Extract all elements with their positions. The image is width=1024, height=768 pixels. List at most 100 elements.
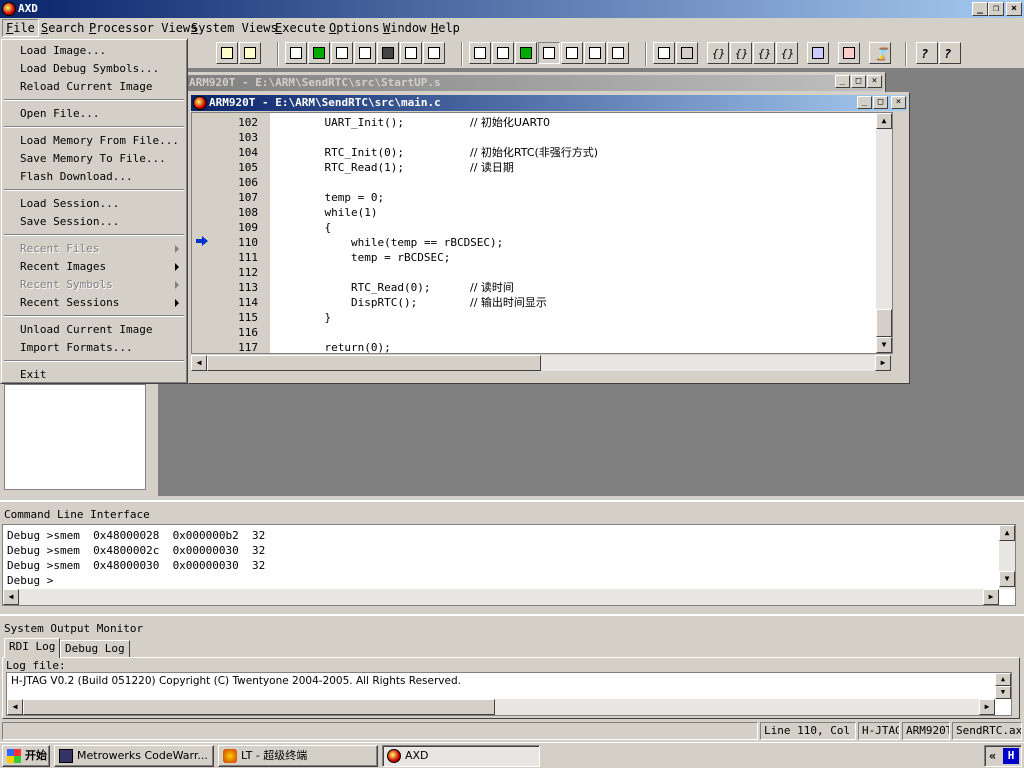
system-watch-icon[interactable] bbox=[515, 42, 537, 64]
menu-help[interactable]: Help bbox=[431, 21, 460, 35]
horizontal-scroll-thumb[interactable] bbox=[207, 355, 541, 371]
output-monitor-icon[interactable] bbox=[584, 42, 606, 64]
restore-button[interactable]: ❐ bbox=[988, 2, 1004, 16]
scroll-down-icon[interactable]: ▼ bbox=[999, 571, 1015, 587]
horizontal-scroll-thumb[interactable] bbox=[23, 699, 495, 715]
show-execution-context-icon[interactable] bbox=[807, 42, 829, 64]
scroll-right-icon[interactable]: ▶ bbox=[875, 355, 891, 371]
scroll-left-icon[interactable]: ◀ bbox=[3, 589, 19, 605]
menu-item-recent-files: Recent Files bbox=[20, 242, 100, 255]
run-to-cursor-icon[interactable]: {} bbox=[776, 42, 798, 64]
menu-item-flash-download[interactable]: Flash Download... bbox=[20, 168, 133, 186]
system-variables-icon[interactable] bbox=[538, 42, 560, 64]
taskbar-item-codewarrior[interactable]: Metrowerks CodeWarr... bbox=[54, 745, 214, 767]
status-processor: ARM920T bbox=[902, 722, 950, 740]
registers-view-icon[interactable] bbox=[285, 42, 307, 64]
toggle-watchpoint-icon[interactable]: ⌛ bbox=[869, 42, 891, 64]
find-icon[interactable] bbox=[216, 42, 238, 64]
go-icon[interactable] bbox=[653, 42, 675, 64]
close-button[interactable]: × bbox=[1006, 2, 1022, 16]
menu-processor-views[interactable]: Processor Views bbox=[89, 21, 197, 35]
menu-item-load-memory[interactable]: Load Memory From File... bbox=[20, 132, 179, 150]
cli-line: Debug >smem 0x48000028 0x000000b2 32 bbox=[7, 529, 266, 542]
main-minimize-button[interactable]: _ bbox=[857, 96, 872, 109]
tab-debug-log[interactable]: Debug Log bbox=[60, 640, 130, 658]
scroll-down-icon[interactable]: ▼ bbox=[995, 686, 1011, 699]
scroll-right-icon[interactable]: ▶ bbox=[983, 589, 999, 605]
tab-rdi-log[interactable]: RDI Log bbox=[4, 638, 61, 658]
menu-item-recent-images[interactable]: Recent Images bbox=[20, 258, 106, 276]
menu-item-save-memory[interactable]: Save Memory To File... bbox=[20, 150, 166, 168]
backtrace-view-icon[interactable] bbox=[354, 42, 376, 64]
menu-item-open-file[interactable]: Open File... bbox=[20, 105, 99, 123]
disassembly-view-icon[interactable] bbox=[423, 42, 445, 64]
menu-system-views[interactable]: System Views bbox=[191, 21, 278, 35]
line-number: 114 bbox=[238, 296, 258, 309]
windows-logo-icon bbox=[7, 749, 21, 763]
scroll-up-icon[interactable]: ▲ bbox=[999, 525, 1015, 541]
stop-icon[interactable] bbox=[676, 42, 698, 64]
scroll-up-icon[interactable]: ▲ bbox=[876, 113, 892, 129]
memory-view-icon[interactable] bbox=[377, 42, 399, 64]
line-number: 103 bbox=[238, 131, 258, 144]
scroll-left-icon[interactable]: ◀ bbox=[7, 699, 23, 715]
startup-close-button[interactable]: × bbox=[867, 75, 882, 88]
watch-view-icon[interactable] bbox=[308, 42, 330, 64]
minimize-button[interactable]: _ bbox=[972, 2, 988, 16]
submenu-arrow-icon bbox=[175, 281, 179, 289]
cli-prompt[interactable]: Debug > bbox=[7, 573, 53, 588]
menu-file[interactable]: File bbox=[2, 19, 39, 37]
menu-item-reload-current-image[interactable]: Reload Current Image bbox=[20, 78, 152, 96]
status-position: Line 110, Col 0 bbox=[760, 722, 856, 740]
step-in-icon[interactable]: {} bbox=[707, 42, 729, 64]
scroll-up-icon[interactable]: ▲ bbox=[995, 673, 1011, 686]
h-jtag-tray-icon[interactable]: H bbox=[1003, 748, 1019, 764]
menu-item-save-session[interactable]: Save Session... bbox=[20, 213, 119, 231]
context-help-icon[interactable]: ? bbox=[939, 42, 961, 64]
scroll-right-icon[interactable]: ▶ bbox=[979, 699, 995, 715]
menu-item-load-debug-symbols[interactable]: Load Debug Symbols... bbox=[20, 60, 159, 78]
code-comment: // 输出时间显示 bbox=[470, 296, 547, 309]
main-source-window[interactable]: ARM920T - E:\ARM\SendRTC\src\main.c _ □ … bbox=[188, 92, 910, 384]
tray-expand-icon[interactable]: « bbox=[989, 749, 996, 763]
menu-options[interactable]: Options bbox=[329, 21, 380, 35]
low-level-symbols-icon[interactable] bbox=[400, 42, 422, 64]
command-line-icon[interactable] bbox=[561, 42, 583, 64]
control-monitor-icon[interactable] bbox=[469, 42, 491, 64]
menu-item-recent-sessions[interactable]: Recent Sessions bbox=[20, 294, 119, 312]
toggle-breakpoint-icon[interactable] bbox=[838, 42, 860, 64]
scroll-down-icon[interactable]: ▼ bbox=[876, 337, 892, 353]
step-out-icon[interactable]: {} bbox=[753, 42, 775, 64]
menu-window[interactable]: Window bbox=[383, 21, 426, 35]
menu-item-exit[interactable]: Exit bbox=[20, 366, 47, 384]
main-maximize-button[interactable]: □ bbox=[873, 96, 888, 109]
find-next-icon[interactable] bbox=[239, 42, 261, 64]
submenu-arrow-icon bbox=[175, 299, 179, 307]
axd-app-icon[interactable] bbox=[2, 2, 16, 16]
log-output[interactable]: H-JTAG V0.2 (Build 051220) Copyright (C)… bbox=[6, 672, 1012, 716]
menu-item-load-image[interactable]: Load Image... bbox=[20, 42, 106, 60]
menu-item-unload-current-image[interactable]: Unload Current Image bbox=[20, 321, 152, 339]
vertical-scroll-thumb[interactable] bbox=[876, 309, 892, 337]
startup-maximize-button[interactable]: □ bbox=[851, 75, 866, 88]
cli-horizontal-scrollbar[interactable] bbox=[3, 589, 999, 605]
taskbar-item-axd[interactable]: AXD bbox=[382, 745, 540, 767]
scroll-left-icon[interactable]: ◀ bbox=[191, 355, 207, 371]
main-close-button[interactable]: × bbox=[891, 96, 906, 109]
start-button[interactable]: 开始 bbox=[2, 745, 50, 767]
help-icon[interactable]: ? bbox=[916, 42, 938, 64]
system-memory-icon[interactable] bbox=[607, 42, 629, 64]
source-code-view[interactable]: 102 UART_Init(); // 初始化UART0 103 104 RTC_In… bbox=[191, 112, 893, 354]
command-line-console[interactable]: Debug >smem 0x48000028 0x000000b2 32 Deb… bbox=[2, 524, 1016, 606]
menu-item-import-formats[interactable]: Import Formats... bbox=[20, 339, 133, 357]
menu-execute[interactable]: Execute bbox=[275, 21, 326, 35]
line-number: 102 bbox=[238, 116, 258, 129]
variables-view-icon[interactable] bbox=[331, 42, 353, 64]
menu-search[interactable]: Search bbox=[41, 21, 84, 35]
left-pane-list[interactable] bbox=[4, 384, 146, 490]
startup-minimize-button[interactable]: _ bbox=[835, 75, 850, 88]
menu-item-load-session[interactable]: Load Session... bbox=[20, 195, 119, 213]
step-icon[interactable]: {} bbox=[730, 42, 752, 64]
taskbar-item-hyperterminal[interactable]: LT - 超级终端 bbox=[218, 745, 378, 767]
system-registers-icon[interactable] bbox=[492, 42, 514, 64]
